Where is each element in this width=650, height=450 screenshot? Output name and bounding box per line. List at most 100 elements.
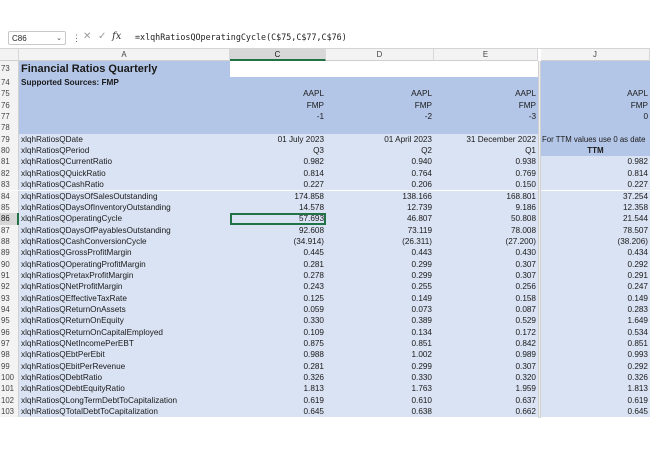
cell-e81[interactable]: 0.938 [434,156,538,168]
cell-e73[interactable] [434,61,538,77]
cell-a75[interactable] [19,88,230,100]
cell-j90[interactable]: 0.292 [541,258,650,270]
cell-j79[interactable]: For TTM values use 0 as date [541,133,650,146]
cell-d74[interactable] [326,77,434,89]
row-header[interactable]: 83 [0,179,19,191]
cell-a84[interactable]: xlqhRatiosQDaysOfSalesOutstanding [19,190,230,202]
cell-a97[interactable]: xlqhRatiosQNetIncomePerEBT [19,338,230,350]
cell-c74[interactable] [230,77,326,89]
row-header[interactable]: 76 [0,99,19,112]
cell-j84[interactable]: 37.254 [541,190,650,202]
cell-d84[interactable]: 138.166 [326,190,434,202]
cell-c95[interactable]: 0.330 [230,315,326,327]
cell-j103[interactable]: 0.645 [541,406,650,418]
cell-a86[interactable]: xlqhRatiosQOperatingCycle [19,213,230,225]
cell-a89[interactable]: xlqhRatiosQGrossProfitMargin [19,247,230,259]
row-header[interactable]: 77 [0,111,19,123]
cell-c75[interactable]: AAPL [230,88,326,100]
cell-d89[interactable]: 0.443 [326,247,434,259]
cell-a73[interactable]: Financial Ratios Quarterly [19,61,230,77]
cell-j94[interactable]: 0.283 [541,304,650,316]
cell-j93[interactable]: 0.149 [541,292,650,304]
row-header[interactable]: 97 [0,338,19,350]
cell-d85[interactable]: 12.739 [326,201,434,214]
row-header[interactable]: 98 [0,349,19,361]
cell-e76[interactable]: FMP [434,99,538,112]
cell-d75[interactable]: AAPL [326,88,434,100]
cell-e97[interactable]: 0.842 [434,338,538,350]
cell-a98[interactable]: xlqhRatiosQEbtPerEbit [19,349,230,361]
row-header[interactable]: 102 [0,394,19,407]
cell-d73[interactable] [326,61,434,77]
cell-c102[interactable]: 0.619 [230,394,326,407]
cell-e77[interactable]: -3 [434,111,538,123]
cell-a78[interactable] [19,122,230,134]
cell-j82[interactable]: 0.814 [541,167,650,180]
cell-c91[interactable]: 0.278 [230,269,326,282]
cell-e92[interactable]: 0.256 [434,281,538,293]
cell-j95[interactable]: 1.649 [541,315,650,327]
cell-d99[interactable]: 0.299 [326,360,434,373]
cell-j96[interactable]: 0.534 [541,326,650,339]
cell-e86[interactable]: 50.808 [434,213,538,225]
cell-e79[interactable]: 31 December 2022 [434,133,538,146]
cell-a95[interactable]: xlqhRatiosQReturnOnEquity [19,315,230,327]
cell-d83[interactable]: 0.206 [326,179,434,191]
cell-a74[interactable]: Supported Sources: FMP [19,77,230,89]
cell-e96[interactable]: 0.172 [434,326,538,339]
row-header[interactable]: 92 [0,281,19,293]
select-all-corner[interactable] [0,49,19,61]
cell-j81[interactable]: 0.982 [541,156,650,168]
cell-j91[interactable]: 0.291 [541,269,650,282]
cell-e103[interactable]: 0.662 [434,406,538,418]
cell-d90[interactable]: 0.299 [326,258,434,270]
cell-d91[interactable]: 0.299 [326,269,434,282]
cell-c100[interactable]: 0.326 [230,372,326,384]
cancel-icon[interactable]: ✕ [83,31,91,42]
cell-e80[interactable]: Q1 [434,145,538,157]
cell-j88[interactable]: (38.206) [541,235,650,248]
cell-j78[interactable] [541,122,650,134]
cell-e90[interactable]: 0.307 [434,258,538,270]
cell-e82[interactable]: 0.769 [434,167,538,180]
cell-c78[interactable] [230,122,326,134]
cell-d77[interactable]: -2 [326,111,434,123]
cell-c83[interactable]: 0.227 [230,179,326,191]
cell-j76[interactable]: FMP [541,99,650,112]
cell-j80[interactable]: TTM [541,145,650,157]
cell-d103[interactable]: 0.638 [326,406,434,418]
more-options-icon[interactable]: ⋮ [72,33,81,44]
row-header[interactable]: 78 [0,122,19,134]
cell-j92[interactable]: 0.247 [541,281,650,293]
column-header-e[interactable]: E [434,49,538,61]
cell-a85[interactable]: xlqhRatiosQDaysOfInventoryOutstanding [19,201,230,214]
cell-a103[interactable]: xlqhRatiosQTotalDebtToCapitalization [19,406,230,418]
cell-j102[interactable]: 0.619 [541,394,650,407]
cell-c76[interactable]: FMP [230,99,326,112]
cell-c101[interactable]: 1.813 [230,383,326,395]
cell-j77[interactable]: 0 [541,111,650,123]
cell-a76[interactable] [19,99,230,112]
row-header[interactable]: 73 [0,61,19,77]
cell-a80[interactable]: xlqhRatiosQPeriod [19,145,230,157]
cell-c93[interactable]: 0.125 [230,292,326,304]
cell-j100[interactable]: 0.326 [541,372,650,384]
cell-d100[interactable]: 0.330 [326,372,434,384]
column-header-c[interactable]: C [230,49,326,61]
row-header[interactable]: 84 [0,190,19,202]
chevron-down-icon[interactable]: ⌄ [56,34,62,42]
cell-a83[interactable]: xlqhRatiosQCashRatio [19,179,230,191]
cell-e78[interactable] [434,122,538,134]
cell-e85[interactable]: 9.186 [434,201,538,214]
cell-e100[interactable]: 0.320 [434,372,538,384]
cell-e75[interactable]: AAPL [434,88,538,100]
cell-a99[interactable]: xlqhRatiosQEbitPerRevenue [19,360,230,373]
cell-d87[interactable]: 73.119 [326,224,434,236]
row-header[interactable]: 90 [0,258,19,270]
cell-j75[interactable]: AAPL [541,88,650,100]
cell-a94[interactable]: xlqhRatiosQReturnOnAssets [19,304,230,316]
row-header[interactable]: 101 [0,383,19,395]
cell-d81[interactable]: 0.940 [326,156,434,168]
cell-d79[interactable]: 01 April 2023 [326,133,434,146]
cell-e99[interactable]: 0.307 [434,360,538,373]
